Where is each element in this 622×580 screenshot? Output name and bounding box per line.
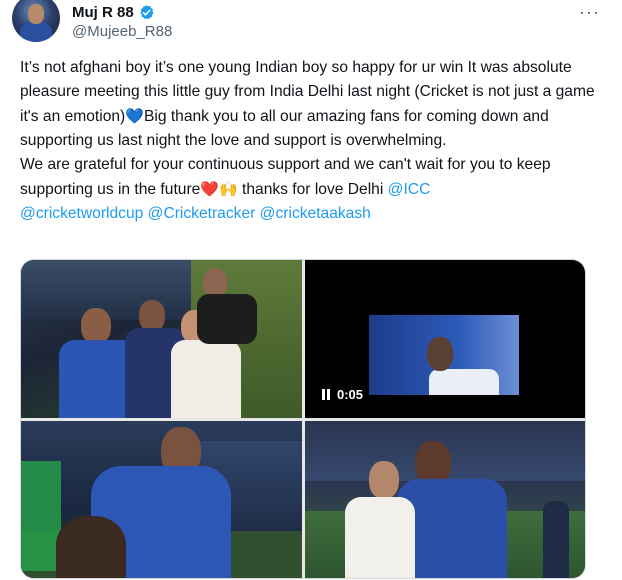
tweet-text-segment: thanks for love Delhi [237,181,388,198]
author-display-name[interactable]: Muj R 88 [72,4,134,21]
mention-link[interactable]: @Cricketracker [148,205,256,222]
emoji: ❤️ [200,180,219,198]
author-handle[interactable]: @Mujeeb_R88 [72,23,172,40]
pause-icon[interactable] [321,388,331,400]
video-timestamp-badge[interactable]: 0:05 [315,384,369,404]
photo-player-with-boy-stadium[interactable] [305,421,585,578]
video-time: 0:05 [337,386,364,402]
avatar-body-shape [20,22,52,42]
photo-player-hugging-boy[interactable] [21,421,302,578]
avatar-face-shape [28,4,44,24]
emoji: 🙌 [219,180,238,198]
more-options-icon[interactable]: ··· [579,2,600,23]
avatar[interactable] [12,0,60,42]
tweet-header: Muj R 88 @Mujeeb_R88 ··· [0,0,622,46]
video-frame [369,315,519,395]
mention-link[interactable]: @cricketaakash [260,205,371,222]
media-grid: 0:05 [20,259,586,579]
video-boy-with-player[interactable]: 0:05 [305,260,585,418]
mention-link[interactable]: @ICC [388,181,431,198]
verified-badge-icon [140,4,154,19]
name-row: Muj R 88 [72,2,155,22]
emoji: 💙 [125,107,144,125]
photo-players-with-boy[interactable] [21,260,302,418]
tweet-text: It’s not afghani boy it’s one young Indi… [20,56,605,226]
mention-link[interactable]: @cricketworldcup [20,205,143,222]
